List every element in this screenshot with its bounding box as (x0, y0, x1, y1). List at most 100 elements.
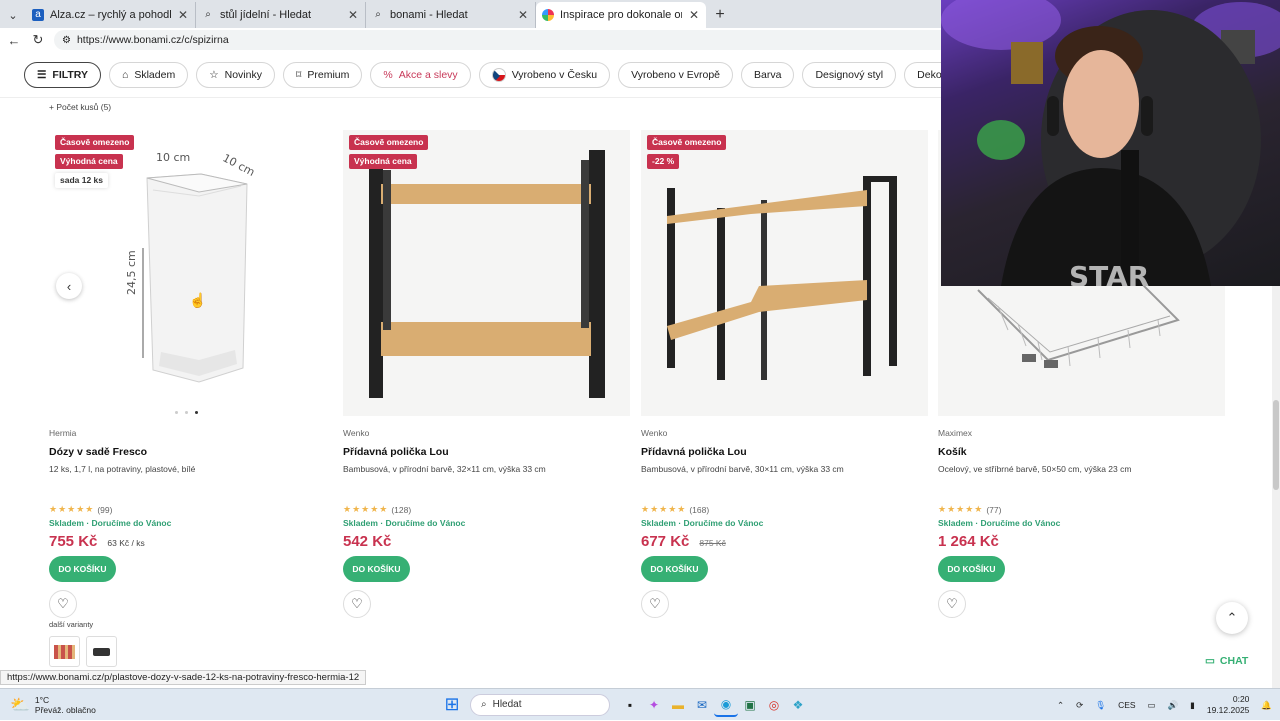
chip-skladem[interactable]: ⌂ Skladem (109, 61, 189, 88)
file-explorer-icon[interactable]: ▬ (666, 693, 690, 717)
chip-label: Akce a slevy (398, 68, 458, 81)
alza-favicon-icon: a (32, 9, 44, 21)
carousel-dot-active[interactable] (195, 411, 198, 414)
tab-bonami-search[interactable]: ⌕ bonami - Hledat ✕ (366, 2, 536, 28)
chip-label: Premium (307, 68, 350, 81)
product-name[interactable]: Dózy v sadě Fresco (49, 446, 336, 458)
stock-status: Skladem · Doručíme do Vánoc (641, 518, 764, 528)
close-tab-icon[interactable]: ✕ (347, 8, 359, 22)
tab-alza[interactable]: a Alza.cz – rychlý a pohodlný nákup ✕ (26, 2, 196, 28)
chip-barva[interactable]: Barva (741, 61, 795, 88)
close-tab-icon[interactable]: ✕ (517, 8, 529, 22)
add-to-cart-button[interactable]: DO KOŠÍKU (343, 556, 410, 582)
product-brand[interactable]: Wenko (641, 428, 928, 438)
add-to-cart-button[interactable]: DO KOŠÍKU (641, 556, 708, 582)
search-favicon-icon: ⌕ (375, 9, 381, 20)
carousel-dot[interactable] (185, 411, 188, 414)
sync-icon[interactable]: ⟳ (1076, 700, 1083, 711)
dim-height-label: 24,5 cm (125, 250, 138, 295)
copilot-icon[interactable]: ✦ (642, 693, 666, 717)
close-tab-icon[interactable]: ✕ (177, 8, 189, 22)
product-card[interactable]: Časově omezeno -22 % Wenko Přídavná poli… (641, 130, 928, 618)
variant-thumbnail[interactable] (49, 636, 80, 667)
terminal-icon[interactable]: ▣ (738, 693, 762, 717)
tab-list-chevron-icon[interactable]: ⌄ (0, 2, 26, 28)
scroll-to-top-chevron-up-icon[interactable]: ⌃ (1216, 602, 1248, 634)
site-info-icon[interactable]: ⚙ (62, 35, 71, 46)
taskbar-search[interactable]: ⌕ Hledat (470, 693, 610, 716)
stock-status: Skladem · Doručíme do Vánoc (343, 518, 466, 528)
language-indicator[interactable]: CES (1118, 700, 1135, 710)
chevron-up-icon[interactable]: ⌃ (1057, 700, 1064, 711)
chip-akce-a-slevy[interactable]: % Akce a slevy (370, 61, 471, 88)
wishlist-heart-icon[interactable]: ♡ (938, 590, 966, 618)
url-field[interactable]: ⚙ https://www.bonami.cz/c/spizirna (54, 30, 954, 50)
product-brand[interactable]: Wenko (343, 428, 630, 438)
wishlist-heart-icon[interactable]: ♡ (49, 590, 77, 618)
variants-label: další varianty (49, 620, 94, 629)
new-tab-plus-icon[interactable]: + (706, 2, 734, 28)
app-icon[interactable]: ❖ (786, 693, 810, 717)
tab-bonami-active[interactable]: Inspirace pro dokonale organizova ✕ (536, 2, 706, 28)
product-price: 755 Kč (49, 533, 98, 550)
variant-thumbnail[interactable] (86, 636, 117, 667)
taskbar-search-label: Hledat (492, 699, 522, 710)
windows-start-icon[interactable]: ⊞ (440, 693, 464, 717)
clock-date: 19.12.2025 (1206, 705, 1250, 715)
product-name[interactable]: Přídavná polička Lou (641, 446, 928, 458)
tab-title: bonami - Hledat (390, 9, 468, 21)
chat-button[interactable]: ▭ CHAT (1197, 648, 1257, 674)
czech-flag-icon (491, 67, 506, 82)
chip-designovy-styl[interactable]: Designový styl (802, 61, 897, 88)
product-card[interactable]: Časově omezeno Výhodná cena Wenko Přídav… (343, 130, 630, 618)
wishlist-heart-icon[interactable]: ♡ (641, 590, 669, 618)
filters-button[interactable]: ☰ FILTRY (24, 61, 101, 88)
tab-stul-jidelni[interactable]: ⌕ stůl jídelní - Hledat ✕ (196, 2, 366, 28)
review-count: (128) (391, 504, 412, 515)
tab-title: Alza.cz – rychlý a pohodlný nákup (50, 9, 171, 21)
chip-vyrobeno-v-cesku[interactable]: Vyrobeno v Česku (478, 61, 611, 88)
badge-casove-omezeno: Časově omezeno (55, 135, 135, 150)
url-text: https://www.bonami.cz/c/spizirna (76, 34, 229, 46)
rating-stars-icon: ★★★★★ (49, 504, 95, 514)
back-arrow-icon[interactable]: ← (6, 33, 22, 48)
close-tab-icon[interactable]: ✕ (688, 8, 700, 22)
weather-widget[interactable]: ⛅ 1°C Převáž. oblačno (0, 695, 440, 715)
percent-icon: % (383, 68, 393, 81)
product-image[interactable]: 10 cm 10 cm 24,5 cm Časově omezeno Výhod… (49, 130, 336, 416)
corner-shelf-illustration (667, 176, 897, 380)
wishlist-heart-icon[interactable]: ♡ (343, 590, 371, 618)
microphone-icon[interactable]: 🎙 (1095, 700, 1106, 711)
reload-icon[interactable]: ↻ (30, 32, 46, 48)
notification-bell-icon[interactable]: 🔔 (1261, 700, 1272, 711)
add-to-cart-button[interactable]: DO KOŠÍKU (49, 556, 116, 582)
product-name[interactable]: Košík (938, 446, 1225, 458)
weather-temp: 1°C (34, 694, 50, 705)
chip-label: Novinky (224, 68, 262, 81)
carousel-dot[interactable] (175, 411, 178, 414)
search-favicon-icon: ⌕ (205, 9, 211, 20)
chat-label: CHAT (1219, 655, 1249, 667)
task-view-icon[interactable]: ▪ (618, 693, 642, 717)
chip-premium[interactable]: ⌑ Premium (282, 61, 363, 88)
battery-icon[interactable]: ▮ (1190, 700, 1195, 711)
outlook-icon[interactable]: ✉ (690, 693, 714, 717)
product-card[interactable]: 10 cm 10 cm 24,5 cm Časově omezeno Výhod… (49, 130, 336, 618)
scrollbar-thumb[interactable] (1273, 400, 1279, 490)
chip-vyrobeno-v-evrope[interactable]: Vyrobeno v Evropě (618, 61, 734, 88)
edge-browser-icon[interactable]: ◉ (714, 693, 738, 717)
add-to-cart-button[interactable]: DO KOŠÍKU (938, 556, 1005, 582)
chip-novinky[interactable]: ☆ Novinky (196, 61, 275, 88)
chrome-icon[interactable]: ◎ (762, 693, 786, 717)
product-brand[interactable]: Hermia (49, 428, 336, 438)
speaker-icon[interactable]: 🔊 (1168, 700, 1179, 711)
pocet-kusu-filter-link[interactable]: + Počet kusů (5) (49, 102, 111, 112)
network-icon[interactable]: ▭ (1148, 700, 1156, 711)
product-brand[interactable]: Maximex (938, 428, 1225, 438)
clock[interactable]: 0:20 19.12.2025 (1207, 694, 1250, 716)
chip-label: FILTRY (52, 68, 88, 81)
product-name[interactable]: Přídavná polička Lou (343, 446, 630, 458)
product-image[interactable]: Časově omezeno -22 % (641, 130, 928, 416)
product-image[interactable]: Časově omezeno Výhodná cena (343, 130, 630, 416)
carousel-prev-chevron-icon[interactable]: ‹ (56, 273, 82, 299)
